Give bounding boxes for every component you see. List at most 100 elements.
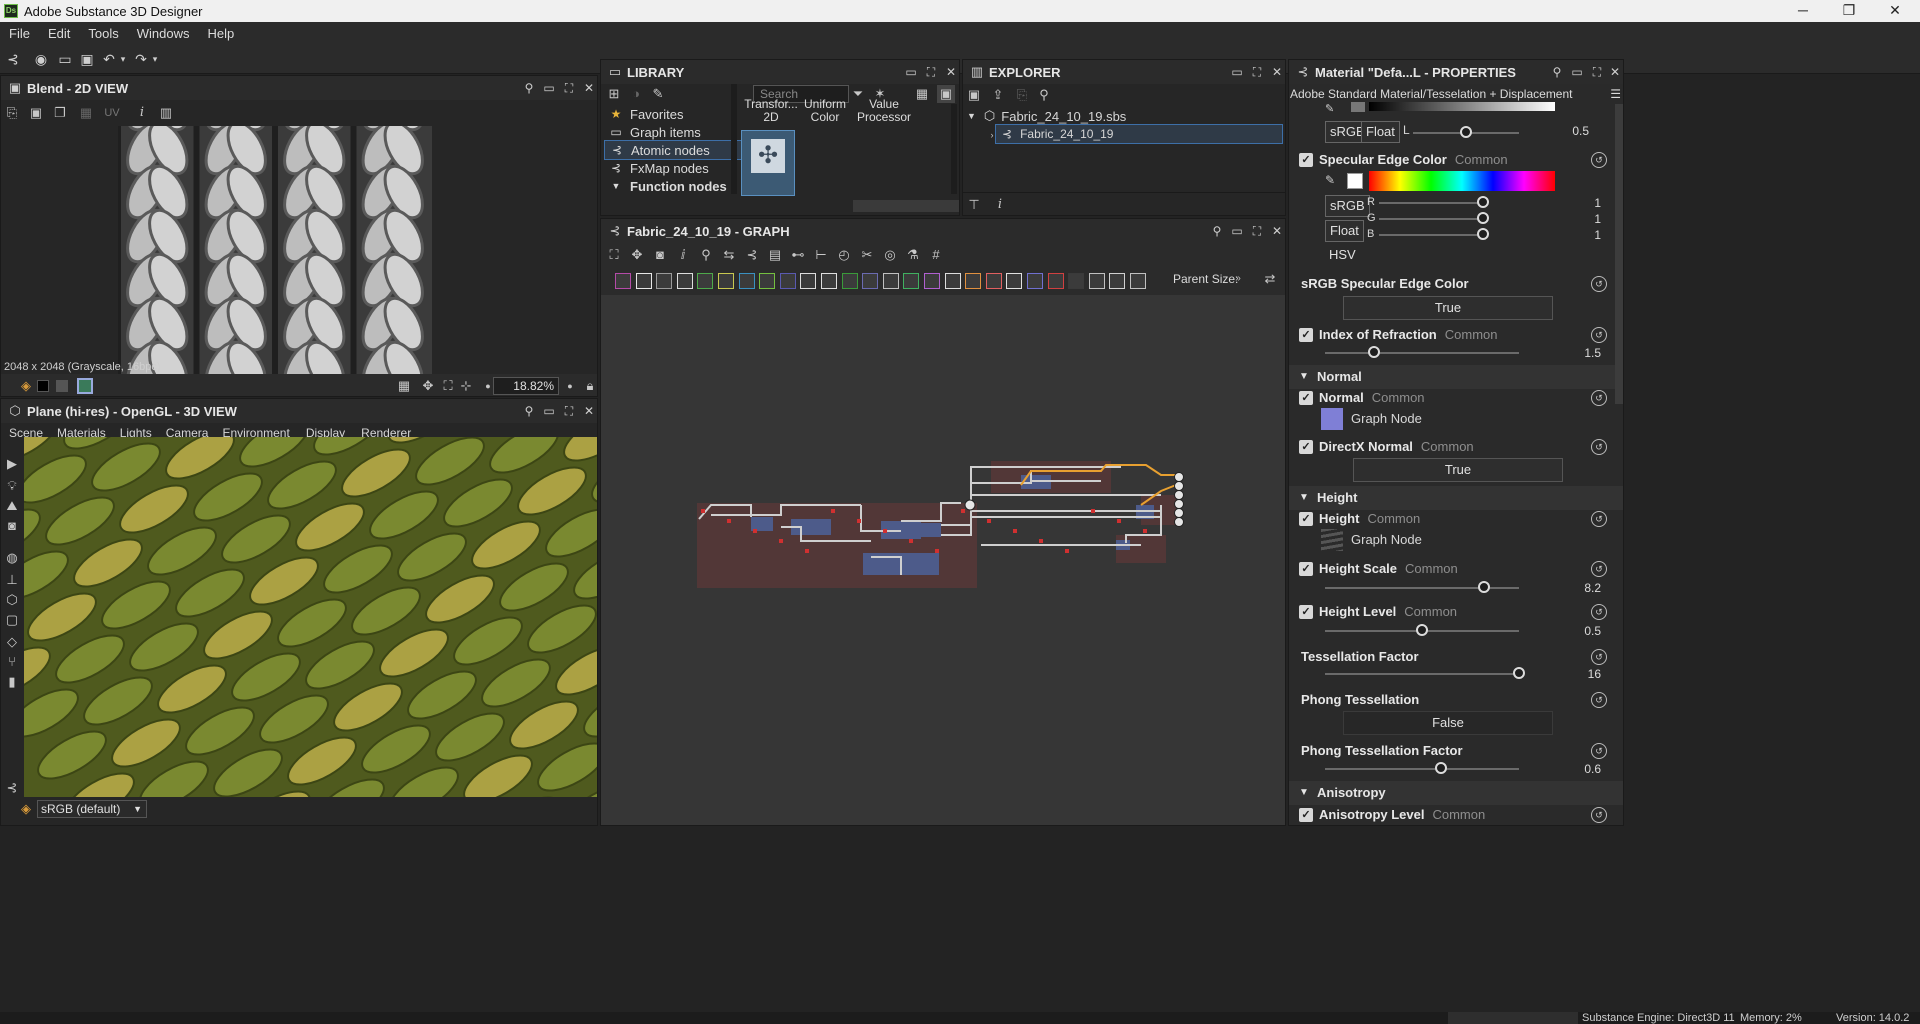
menu-icon[interactable]: ☰ <box>1610 84 1621 104</box>
edit-icon[interactable]: ✎ <box>649 85 667 103</box>
library-category-graph-items[interactable]: ▭ Graph items <box>604 122 764 142</box>
close-panel-icon[interactable]: ✕ <box>943 64 959 80</box>
new-package-icon[interactable]: ◉ <box>32 50 50 68</box>
black-bg-icon[interactable] <box>37 380 49 392</box>
graph-node-type-icon[interactable] <box>841 273 858 289</box>
maximize-panel-icon[interactable]: ⛶ <box>923 64 939 80</box>
b-slider-track[interactable] <box>1379 234 1485 236</box>
float-panel-icon[interactable]: ▭ <box>541 80 557 96</box>
reset-icon[interactable]: ↺ <box>1591 743 1607 759</box>
copy-icon[interactable]: ❐ <box>51 104 69 122</box>
maximize-panel-icon[interactable]: ⛶ <box>561 80 577 96</box>
publish-icon[interactable]: ⇪ <box>989 86 1007 104</box>
more-icon[interactable]: » <box>1229 270 1247 288</box>
menu-tools[interactable]: Tools <box>79 26 127 41</box>
maximize-panel-icon[interactable]: ⛶ <box>1249 223 1265 239</box>
graph-node-type-icon[interactable] <box>1088 273 1105 289</box>
thumb-label-uniform-color[interactable]: Uniform Color <box>795 98 855 124</box>
close-panel-icon[interactable]: ✕ <box>1269 64 1285 80</box>
reset-icon[interactable]: ↺ <box>1591 276 1607 292</box>
library-category-favorites[interactable]: ★ Favorites <box>604 104 764 124</box>
graph-tool-icon[interactable]: ⇆ <box>720 246 738 264</box>
phong-tessellation-toggle[interactable]: False <box>1343 711 1553 735</box>
graph-node-type-icon[interactable] <box>1130 273 1146 289</box>
light-icon[interactable]: 💡︎ <box>3 477 21 495</box>
graph-node-type-icon[interactable] <box>882 273 899 289</box>
maximize-panel-icon[interactable]: ⛶ <box>561 403 577 419</box>
clean-icon[interactable]: ⚲ <box>1035 86 1053 104</box>
open-folder-icon[interactable]: ▭ <box>56 50 74 68</box>
float-panel-icon[interactable]: ▭ <box>1229 64 1245 80</box>
fit-icon[interactable]: ⛶ <box>439 377 457 395</box>
crosshair-icon[interactable]: ⊹ <box>457 377 475 395</box>
redo-dropdown-icon[interactable]: ▾ <box>146 50 164 68</box>
pan-icon[interactable]: ✥ <box>419 377 437 395</box>
gray-bg-icon[interactable] <box>56 380 68 392</box>
b-value[interactable]: 1 <box>1561 228 1601 242</box>
close-panel-icon[interactable]: ✕ <box>581 80 597 96</box>
g-slider-track[interactable] <box>1379 218 1485 220</box>
graph-node-type-icon[interactable] <box>985 273 1002 289</box>
height-scale-value[interactable]: 8.2 <box>1561 581 1601 595</box>
3d-render-viewport[interactable] <box>24 437 597 797</box>
reset-icon[interactable]: ↺ <box>1591 390 1607 406</box>
save-image-icon[interactable]: ▣ <box>27 104 45 122</box>
height-scale-knob[interactable] <box>1478 581 1491 593</box>
height-level-checkbox[interactable]: ✓ <box>1299 605 1313 619</box>
sphere-mesh-icon[interactable]: ◍ <box>3 549 21 567</box>
graph-tool-icon[interactable]: ✥ <box>628 246 646 264</box>
tiling-icon[interactable]: ▦ <box>77 104 95 122</box>
phong-factor-knob[interactable] <box>1435 762 1448 774</box>
graph-node-type-icon[interactable] <box>944 273 961 289</box>
new-graph-icon[interactable]: ⊰ <box>4 50 22 68</box>
stats-icon[interactable]: ▮ <box>3 673 21 691</box>
export-icon[interactable]: ⎘ <box>3 104 21 122</box>
float-panel-icon[interactable]: ▭ <box>903 64 919 80</box>
pin-icon[interactable]: ⚲ <box>1209 223 1225 239</box>
graph-node-type-icon[interactable] <box>656 273 673 289</box>
channels-icon[interactable]: ◈ <box>17 377 35 395</box>
section-anisotropy[interactable]: ▼ Anisotropy <box>1289 781 1623 805</box>
specular-edge-checkbox[interactable]: ✓ <box>1299 153 1313 167</box>
graph-tool-icon[interactable]: ◎ <box>881 246 899 264</box>
cube-mesh-icon[interactable]: ⬡ <box>3 591 21 609</box>
graph-node-type-icon[interactable] <box>1068 273 1085 289</box>
environment-icon[interactable]: ⛰ <box>3 497 21 515</box>
graph-node-type-icon[interactable] <box>718 273 734 289</box>
pin-icon[interactable]: ⚲ <box>1549 64 1565 80</box>
float-button[interactable]: Float <box>1361 121 1400 143</box>
save-all-icon[interactable]: ▣ <box>78 50 96 68</box>
library-vscrollbar[interactable] <box>951 104 957 194</box>
graph-node-type-icon[interactable] <box>800 273 817 289</box>
camera-icon[interactable]: ▶ <box>3 455 21 473</box>
float-panel-icon[interactable]: ▭ <box>1229 223 1245 239</box>
graph-tool-icon[interactable]: # <box>927 246 945 264</box>
ior-slider-track[interactable] <box>1325 352 1519 354</box>
graph-icon[interactable]: ⊰ <box>3 779 21 797</box>
library-category-fxmap-nodes[interactable]: ⊰ FxMap nodes <box>604 158 764 178</box>
minimize-button[interactable]: ─ <box>1780 0 1826 22</box>
reset-icon[interactable]: ↺ <box>1591 439 1607 455</box>
graph-tool-icon[interactable]: ⛶ <box>605 246 623 264</box>
height-node-swatch[interactable] <box>1321 529 1343 551</box>
library-category-function-nodes[interactable]: ▼ Function nodes <box>604 176 764 196</box>
lock-icon[interactable]: 🔒︎ <box>581 377 597 395</box>
graph-node-type-icon[interactable] <box>924 273 940 289</box>
graph-options-icon[interactable]: ⇄ <box>1261 270 1279 288</box>
tessellation-factor-track[interactable] <box>1325 673 1519 675</box>
maximize-button[interactable]: ❐ <box>1826 0 1872 22</box>
screenshot-icon[interactable]: ◙ <box>3 517 21 535</box>
graph-tool-icon[interactable]: ◙ <box>651 246 669 264</box>
graph-node-type-icon[interactable] <box>862 273 879 289</box>
info-icon[interactable]: i <box>133 104 151 122</box>
graph-node-type-icon[interactable] <box>779 273 796 289</box>
library-thumb-selected[interactable]: ✣ <box>741 130 795 196</box>
reset-icon[interactable]: ↺ <box>1591 692 1607 708</box>
float-panel-icon[interactable]: ▭ <box>1569 64 1585 80</box>
explorer-graph-row[interactable]: ⊰ Fabric_24_10_19 <box>995 124 1283 144</box>
zoom-field[interactable]: 18.82% <box>493 377 559 395</box>
luminance-gradient[interactable] <box>1369 102 1555 111</box>
graph-tool-icon[interactable]: ⚲ <box>697 246 715 264</box>
close-panel-icon[interactable]: ✕ <box>1269 223 1285 239</box>
float-panel-icon[interactable]: ▭ <box>541 403 557 419</box>
